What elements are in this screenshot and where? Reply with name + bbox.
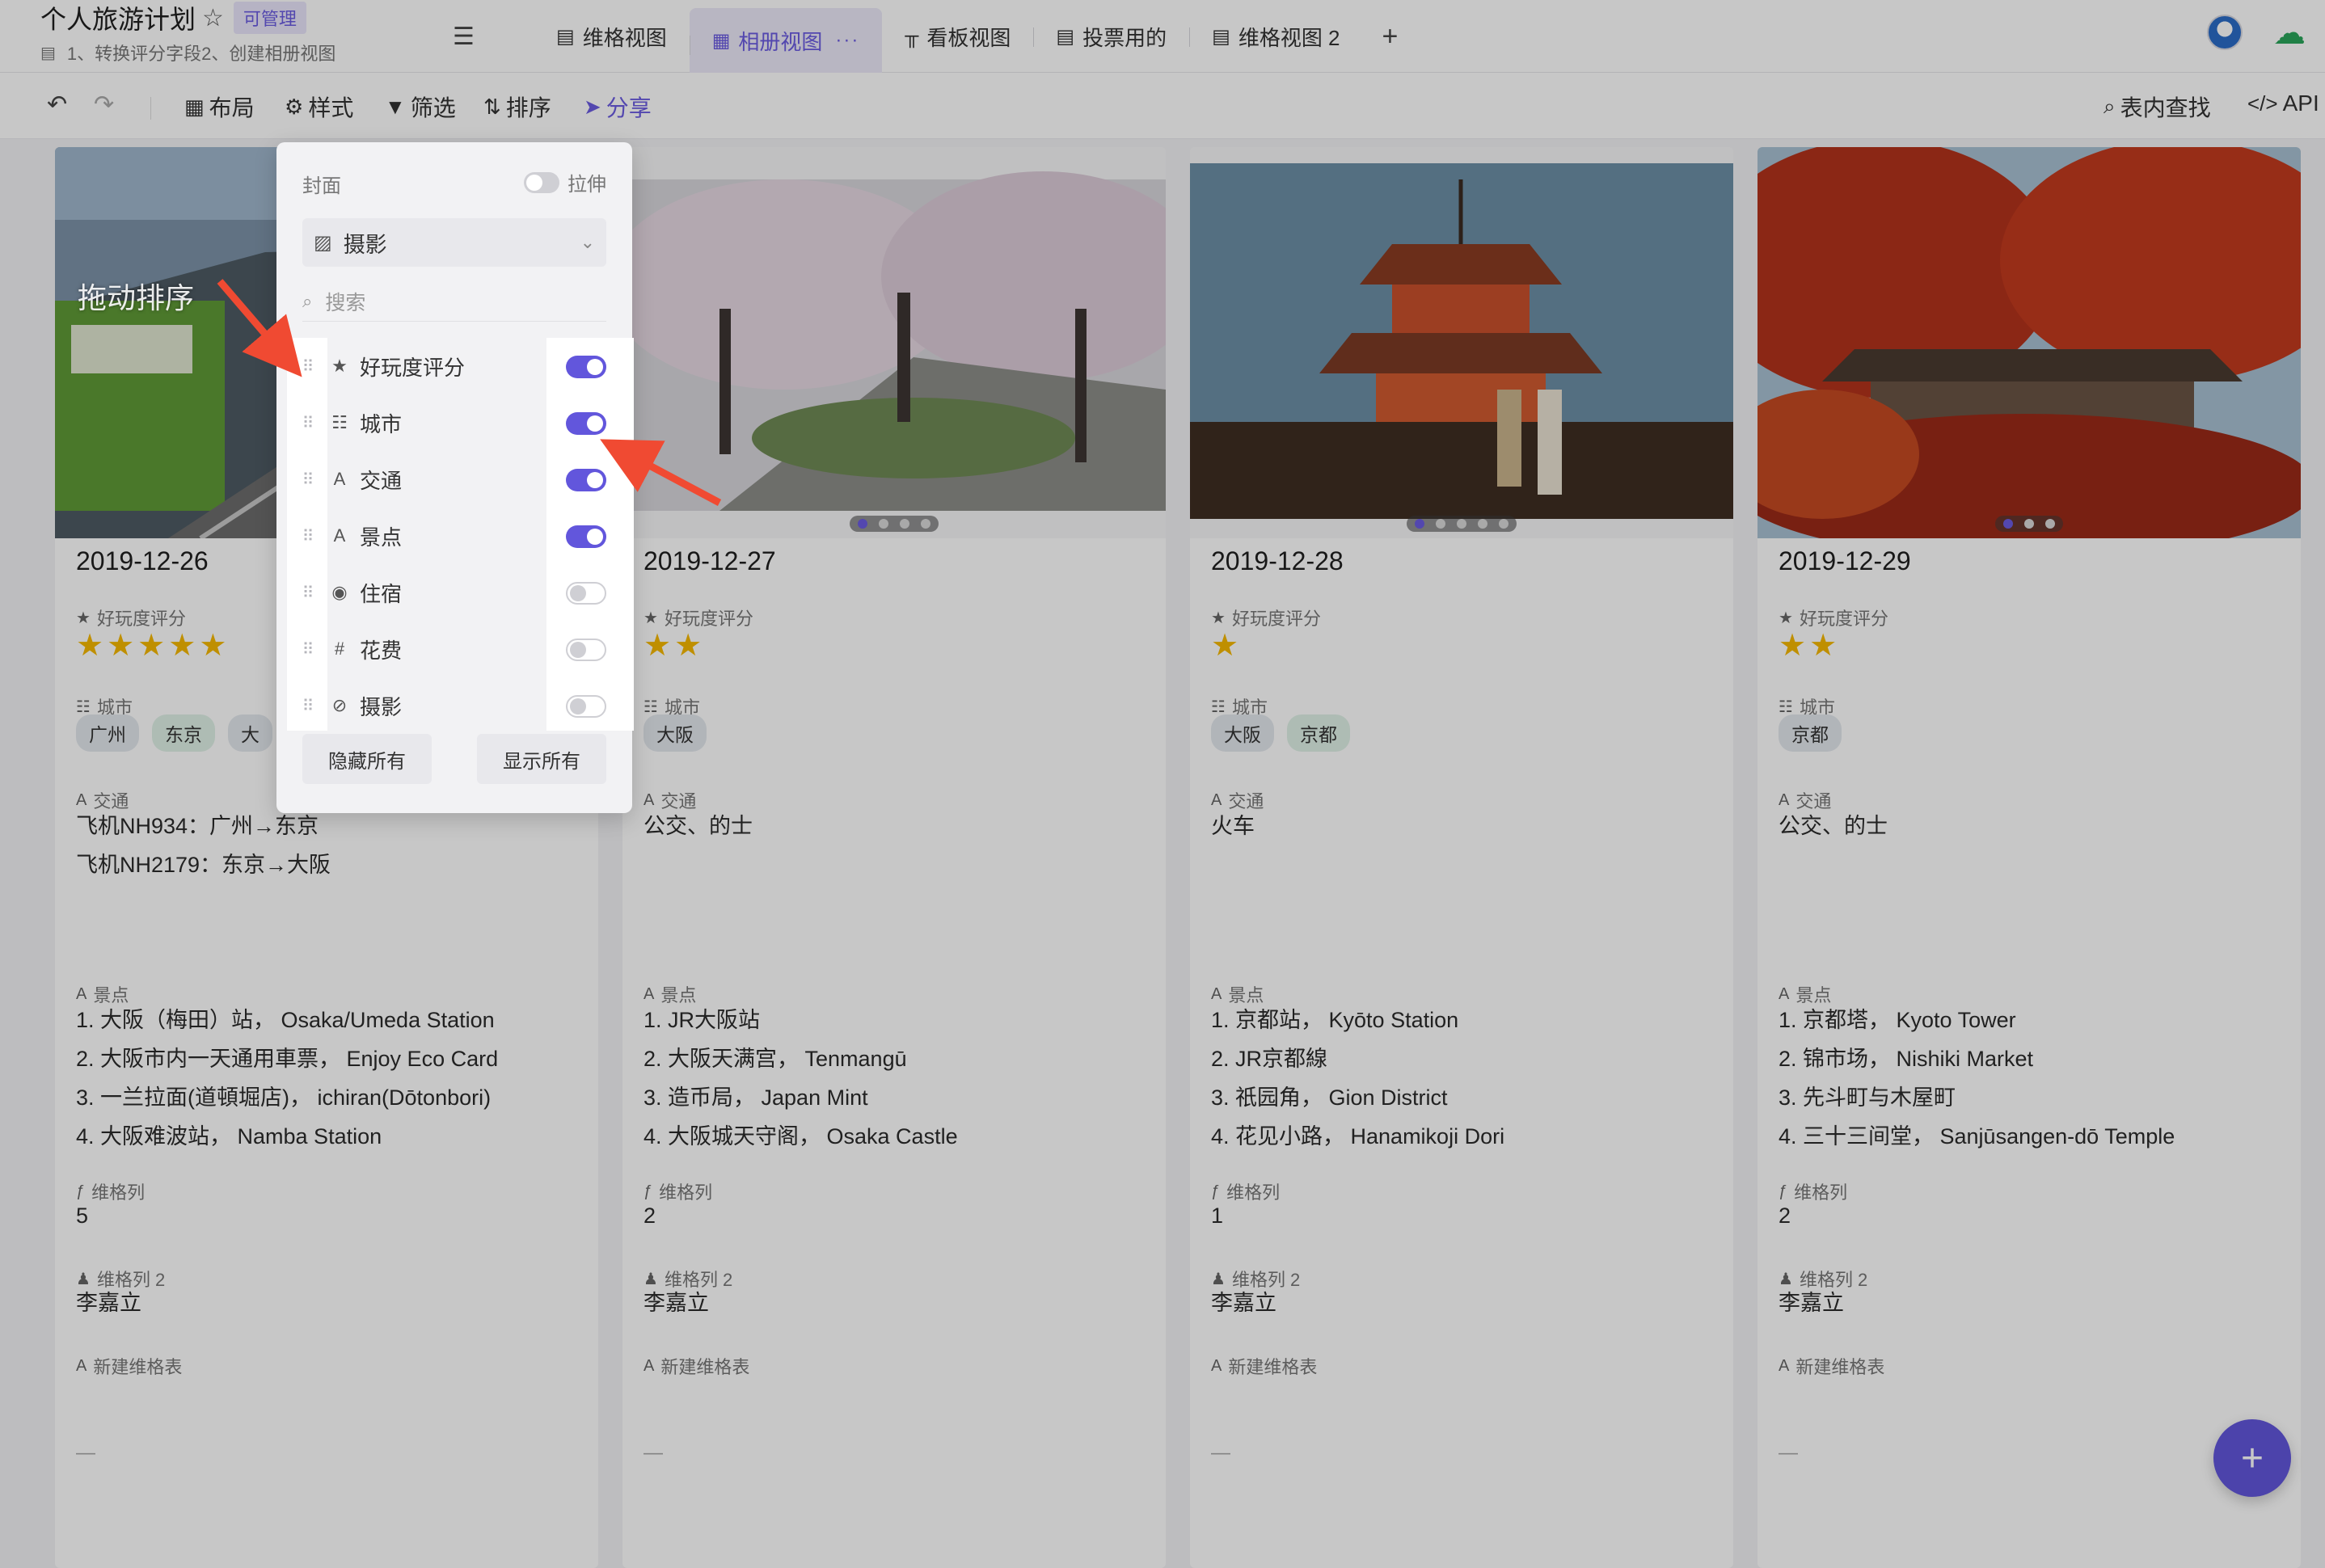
arrow-to-drag-handle — [217, 279, 302, 377]
arrow-to-toggle — [600, 439, 722, 506]
annotation-arrows — [217, 279, 722, 506]
